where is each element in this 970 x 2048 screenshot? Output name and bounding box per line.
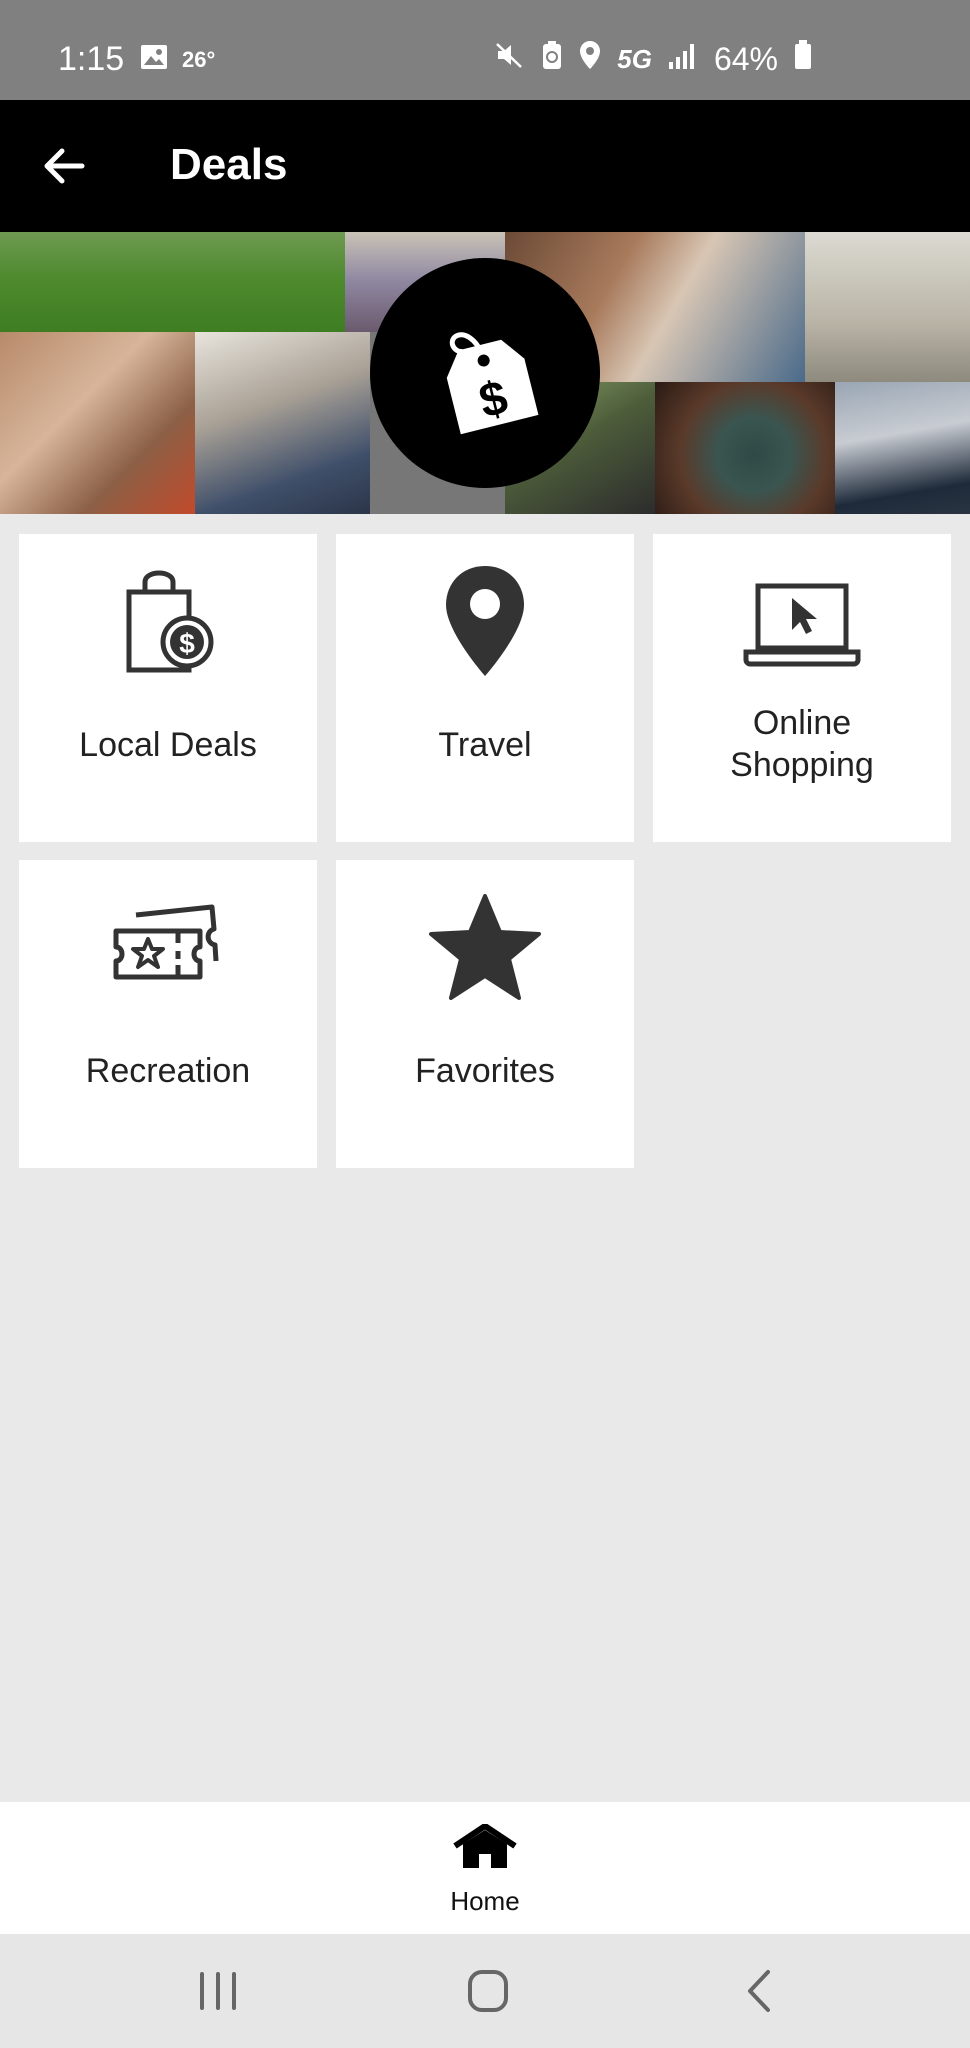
category-local-deals[interactable]: $ Local Deals: [19, 534, 317, 842]
network-type: 5G: [617, 43, 652, 74]
category-travel[interactable]: Travel: [336, 534, 634, 842]
battery-saver-icon: [541, 40, 563, 78]
ticket-star-icon: [108, 903, 228, 998]
category-recreation[interactable]: Recreation: [19, 860, 317, 1168]
hero-photo-person-laptop: [195, 332, 370, 514]
battery-percent: 64%: [713, 40, 778, 77]
category-online-shopping[interactable]: Online Shopping: [653, 534, 951, 842]
gallery-icon: [140, 44, 168, 76]
hero-photo-luggage: [835, 382, 970, 514]
hero-photo-couple-phone: [0, 332, 195, 514]
status-temperature: 26°: [182, 47, 216, 72]
deals-badge: $: [370, 258, 600, 488]
recent-apps-icon: [188, 1972, 248, 2022]
hero-photo-coffee-mug: [655, 382, 835, 514]
category-label: Travel: [438, 726, 532, 764]
category-label: Online Shopping: [730, 704, 874, 784]
app-bar: Deals: [0, 100, 970, 232]
home-circle-icon: [458, 1970, 518, 2022]
back-system-button[interactable]: [730, 1964, 790, 2018]
home-icon: [453, 1823, 517, 1877]
nav-home-tab[interactable]: Home: [420, 1823, 550, 1924]
status-bar: 1:15 26° 5G 64%: [0, 0, 970, 100]
category-label: Favorites: [415, 1052, 555, 1090]
hero-photo-walking-couple: [805, 232, 970, 382]
category-label: Recreation: [85, 1052, 251, 1090]
system-navigation-bar: [0, 1934, 970, 2048]
arrow-left-icon: [38, 148, 94, 198]
back-button[interactable]: [38, 138, 94, 194]
recent-apps-button[interactable]: [188, 1964, 248, 2018]
price-tag-icon: $: [428, 308, 548, 443]
battery-icon: [794, 40, 812, 78]
hero-photo-park: [0, 232, 345, 332]
chevron-left-icon: [730, 1970, 790, 2022]
mute-icon: [495, 40, 525, 78]
laptop-cursor-icon: [742, 572, 862, 677]
star-icon: [425, 892, 545, 1009]
status-time: 1:15: [58, 40, 125, 78]
bottom-navigation: Home: [0, 1802, 970, 1934]
nav-home-label: Home: [450, 1886, 520, 1916]
map-pin-icon: [440, 562, 530, 687]
svg-text:$: $: [179, 628, 195, 659]
page-title: Deals: [170, 140, 288, 189]
category-favorites[interactable]: Favorites: [336, 860, 634, 1168]
shopping-bag-dollar-icon: $: [113, 562, 223, 687]
category-label: Local Deals: [79, 726, 257, 764]
home-button[interactable]: [458, 1964, 518, 2018]
location-icon: [579, 40, 601, 78]
signal-icon: [668, 41, 698, 78]
